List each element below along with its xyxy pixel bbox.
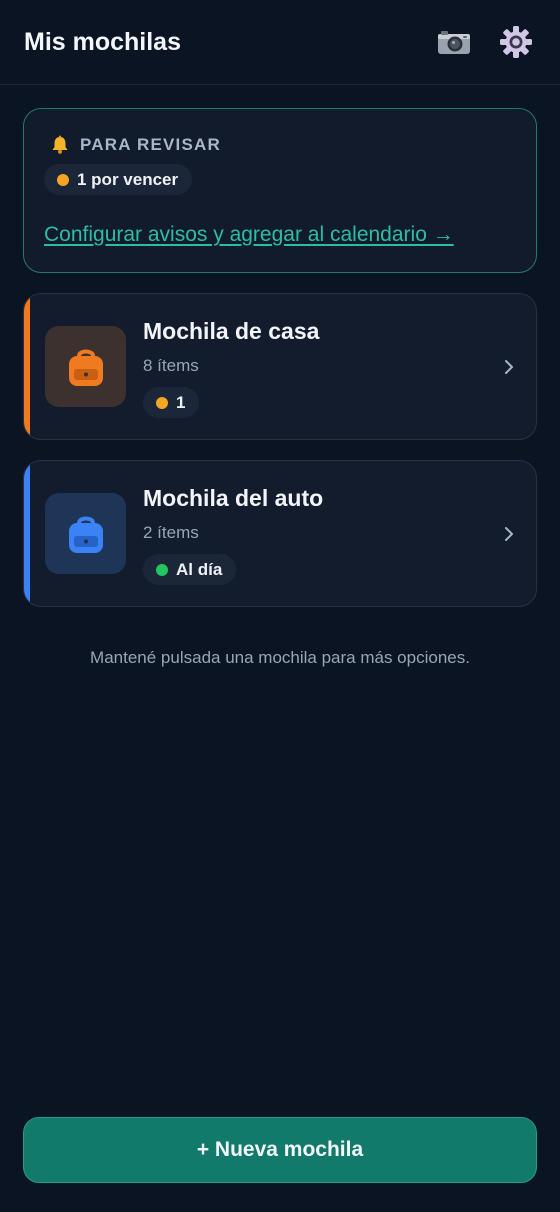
expiring-badge: 1 por vencer — [44, 164, 193, 195]
pack-card-auto[interactable]: Mochila del auto 2 ítems Al día — [23, 460, 537, 607]
chevron-right-icon — [504, 461, 514, 606]
pack-name: Mochila de casa — [143, 318, 320, 344]
long-press-hint: Mantené pulsada una mochila para más opc… — [90, 648, 470, 667]
warning-dot — [156, 396, 168, 409]
chevron-right-icon — [504, 294, 514, 439]
pack-accent-bar — [24, 461, 30, 606]
gear-icon — [500, 26, 532, 58]
pack-icon-tile — [45, 326, 126, 407]
review-title: PARA REVISAR — [80, 135, 221, 154]
bell-icon — [52, 135, 68, 154]
configure-alerts-link[interactable]: Configurar avisos y agregar al calendari… — [44, 223, 516, 247]
pack-icon-tile — [45, 493, 126, 574]
expiring-badge-label: 1 por vencer — [77, 169, 179, 189]
backpack-icon — [68, 516, 103, 553]
review-card: PARA REVISAR 1 por vencer Configurar avi… — [23, 108, 537, 273]
pack-status-badge: 1 — [143, 387, 200, 418]
pack-status-badge: Al día — [143, 554, 237, 585]
camera-icon — [438, 31, 470, 54]
ok-dot — [156, 563, 168, 576]
pack-accent-bar — [24, 294, 30, 439]
pack-item-count: 8 ítems — [143, 356, 199, 375]
app-header: Mis mochilas — [0, 0, 560, 85]
warning-dot — [57, 173, 69, 186]
pack-item-count: 2 ítems — [143, 523, 199, 542]
pack-status-label: Al día — [176, 559, 223, 579]
new-pack-button[interactable]: + Nueva mochila — [23, 1117, 537, 1183]
camera-button[interactable] — [434, 22, 474, 62]
pack-card-casa[interactable]: Mochila de casa 8 ítems 1 — [23, 293, 537, 440]
page-title: Mis mochilas — [24, 27, 181, 56]
backpack-icon — [68, 349, 103, 386]
settings-button[interactable] — [496, 22, 536, 62]
pack-name: Mochila del auto — [143, 485, 324, 511]
review-header: PARA REVISAR — [44, 135, 516, 155]
pack-status-label: 1 — [176, 392, 186, 412]
